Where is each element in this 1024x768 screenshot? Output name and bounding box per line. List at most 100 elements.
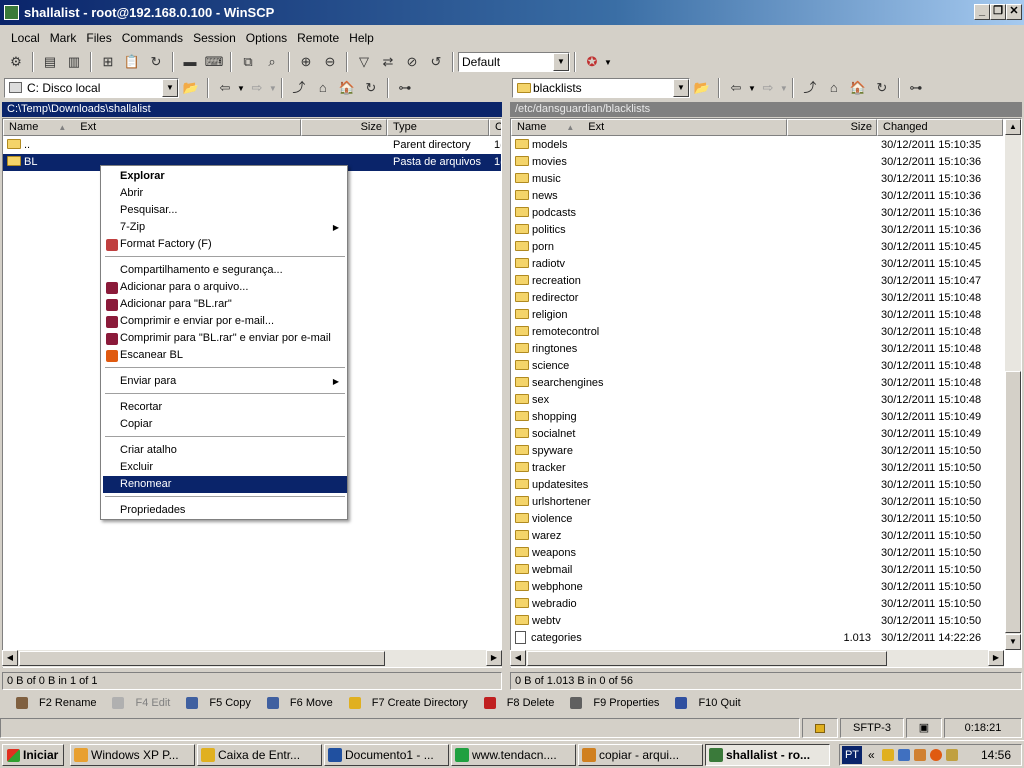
table-row[interactable]: science 30/12/2011 15:10:48 <box>511 358 1005 375</box>
find-icon[interactable]: ⌕ <box>262 52 282 72</box>
column-header-name[interactable]: Name ▲ Ext <box>3 119 301 136</box>
context-menu-item-comprimir-para-bl-rar-e-enviar-por-e-mail[interactable]: Comprimir para "BL.rar" e enviar por e-m… <box>103 330 347 347</box>
scroll-thumb[interactable] <box>527 651 887 666</box>
table-row[interactable]: .. Parent directory 1( <box>3 137 501 154</box>
sync-browse-icon[interactable]: ⇄ <box>378 52 398 72</box>
scroll-left-icon[interactable]: ◀ <box>510 650 526 666</box>
table-row[interactable]: webtv 30/12/2011 15:10:50 <box>511 613 1005 630</box>
column-header-changed[interactable]: Changed <box>877 119 1003 136</box>
menu-mark[interactable]: Mark <box>45 28 82 48</box>
table-row[interactable]: webphone 30/12/2011 15:10:50 <box>511 579 1005 596</box>
context-menu-item-enviar-para[interactable]: Enviar para ▶ <box>103 373 347 390</box>
back-arrow-icon[interactable]: ⇦ <box>215 78 235 98</box>
context-menu-item-escanear-bl[interactable]: Escanear BL <box>103 347 347 364</box>
table-row[interactable]: spyware 30/12/2011 15:10:50 <box>511 443 1005 460</box>
table-row[interactable]: music 30/12/2011 15:10:36 <box>511 171 1005 188</box>
compare-icon[interactable]: ▤ <box>40 52 60 72</box>
open-folder-icon[interactable]: 📂 <box>181 78 201 98</box>
table-row[interactable]: recreation 30/12/2011 15:10:47 <box>511 273 1005 290</box>
table-row[interactable]: politics 30/12/2011 15:10:36 <box>511 222 1005 239</box>
clipboard-icon[interactable]: 📋 <box>122 52 142 72</box>
menu-options[interactable]: Options <box>241 28 292 48</box>
table-row[interactable]: redirector 30/12/2011 15:10:48 <box>511 290 1005 307</box>
taskbar-button[interactable]: www.tendacn.... <box>451 744 576 766</box>
synchronize-icon[interactable]: ▥ <box>64 52 84 72</box>
table-row[interactable]: shopping 30/12/2011 15:10:49 <box>511 409 1005 426</box>
left-path-bar[interactable]: C:\Temp\Downloads\shallalist <box>2 102 502 117</box>
fkey-f10-button[interactable]: F10 Quit <box>667 697 741 710</box>
table-row[interactable]: categories 1.013 30/12/2011 14:22:26 <box>511 630 1005 647</box>
table-row[interactable]: religion 30/12/2011 15:10:48 <box>511 307 1005 324</box>
minimize-button[interactable]: _ <box>974 4 990 20</box>
table-row[interactable]: webradio 30/12/2011 15:10:50 <box>511 596 1005 613</box>
root-directory-icon[interactable]: ⌂ <box>824 78 844 98</box>
root-directory-icon[interactable]: ⌂ <box>313 78 333 98</box>
table-row[interactable]: socialnet 30/12/2011 15:10:49 <box>511 426 1005 443</box>
context-menu-item-abrir[interactable]: Abrir <box>103 185 347 202</box>
table-row[interactable]: podcasts 30/12/2011 15:10:36 <box>511 205 1005 222</box>
fkey-f6-button[interactable]: F6 Move <box>259 697 333 710</box>
context-menu-item-excluir[interactable]: Excluir <box>103 459 347 476</box>
table-row[interactable]: porn 30/12/2011 15:10:45 <box>511 239 1005 256</box>
tray-antivirus-icon[interactable] <box>930 749 942 761</box>
table-row[interactable]: news 30/12/2011 15:10:36 <box>511 188 1005 205</box>
fkey-f9-button[interactable]: F9 Properties <box>562 697 659 710</box>
show-hidden-icons-chevron-icon[interactable]: « <box>868 745 875 765</box>
refresh-icon[interactable]: ↻ <box>146 52 166 72</box>
transfer-options-icon[interactable]: ✪ <box>582 52 602 72</box>
scroll-right-icon[interactable]: ▶ <box>486 650 502 666</box>
context-menu-item-adicionar-para-bl-rar[interactable]: Adicionar para "BL.rar" <box>103 296 347 313</box>
fkey-f2-button[interactable]: F2 Rename <box>8 697 96 710</box>
back-arrow-icon[interactable]: ⇦ <box>726 78 746 98</box>
sessions-icon[interactable]: ⧉ <box>238 52 258 72</box>
start-button[interactable]: Iniciar <box>2 744 64 766</box>
home-directory-icon[interactable]: 🏠 <box>848 78 868 98</box>
refresh-icon[interactable]: ↻ <box>361 78 381 98</box>
refresh-icon[interactable]: ↻ <box>872 78 892 98</box>
context-menu-item-compartilhamento-e-seguran-a[interactable]: Compartilhamento e segurança... <box>103 262 347 279</box>
open-folder-icon[interactable]: 📂 <box>692 78 712 98</box>
tray-app-icon[interactable] <box>882 749 894 761</box>
title-bar[interactable]: shallalist - root@192.168.0.100 - WinSCP… <box>0 0 1024 25</box>
table-row[interactable]: ringtones 30/12/2011 15:10:48 <box>511 341 1005 358</box>
scroll-down-icon[interactable]: ▼ <box>1005 634 1021 650</box>
scroll-thumb[interactable] <box>19 651 385 666</box>
filter-icon[interactable]: ▽ <box>354 52 374 72</box>
right-horizontal-scrollbar[interactable]: ◀ ▶ <box>510 650 1004 667</box>
tree-icon[interactable]: ⊶ <box>906 78 926 98</box>
transfer-settings-select[interactable]: Default ▼ <box>458 52 570 72</box>
chevron-down-icon[interactable]: ▼ <box>553 53 569 71</box>
remote-directory-select[interactable]: blacklists ▼ <box>512 78 690 98</box>
taskbar-button[interactable]: Caixa de Entr... <box>197 744 322 766</box>
table-row[interactable]: remotecontrol 30/12/2011 15:10:48 <box>511 324 1005 341</box>
chevron-down-icon[interactable]: ▼ <box>673 79 689 97</box>
column-header-size[interactable]: Size <box>301 119 387 136</box>
taskbar-button[interactable]: shallalist - ro... <box>705 744 830 766</box>
tree-icon[interactable]: ⊶ <box>395 78 415 98</box>
close-button[interactable]: ✕ <box>1006 4 1022 20</box>
context-menu-item-propriedades[interactable]: Propriedades <box>103 502 347 519</box>
winscp-app-icon[interactable] <box>4 5 19 20</box>
chevron-down-icon[interactable]: ▼ <box>162 79 178 97</box>
menu-local[interactable]: Local <box>6 28 45 48</box>
table-row[interactable]: radiotv 30/12/2011 15:10:45 <box>511 256 1005 273</box>
menu-remote[interactable]: Remote <box>292 28 344 48</box>
right-file-list[interactable]: Name ▲ Ext Size Changed models 30/12/2011 1… <box>510 118 1022 668</box>
right-vertical-scrollbar[interactable]: ▲ ▼ <box>1005 119 1021 650</box>
column-header-type[interactable]: Type <box>387 119 489 136</box>
menu-help[interactable]: Help <box>344 28 379 48</box>
context-menu-item-copiar[interactable]: Copiar <box>103 416 347 433</box>
menu-session[interactable]: Session <box>188 28 241 48</box>
scroll-thumb[interactable] <box>1005 371 1021 633</box>
home-directory-icon[interactable]: 🏠 <box>337 78 357 98</box>
context-menu-item-format-factory-f[interactable]: Format Factory (F) <box>103 236 347 253</box>
context-menu-item-recortar[interactable]: Recortar <box>103 399 347 416</box>
taskbar-button[interactable]: Documento1 - ... <box>324 744 449 766</box>
parent-directory-icon[interactable]: ⤴ <box>800 78 820 98</box>
clock[interactable]: 14:56 <box>981 745 1011 765</box>
table-row[interactable]: updatesites 30/12/2011 15:10:50 <box>511 477 1005 494</box>
context-menu-item-explorar[interactable]: Explorar <box>103 168 347 185</box>
parent-directory-icon[interactable]: ⤴ <box>289 78 309 98</box>
table-row[interactable]: violence 30/12/2011 15:10:50 <box>511 511 1005 528</box>
column-header-name[interactable]: Name ▲ Ext <box>511 119 787 136</box>
